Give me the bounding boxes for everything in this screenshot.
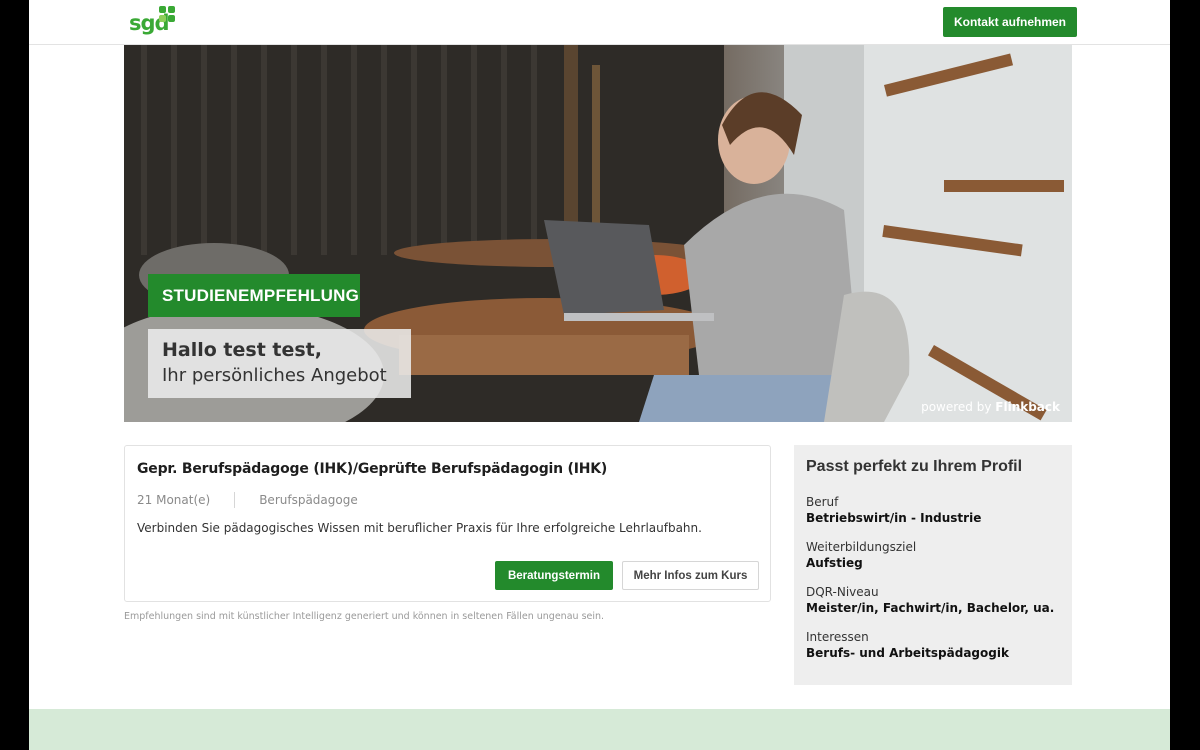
course-category: Berufspädagoge — [259, 493, 358, 507]
course-meta: 21 Monat(e) Berufspädagoge — [137, 492, 358, 508]
contact-button[interactable]: Kontakt aufnehmen — [943, 7, 1077, 37]
greeting-name: Hallo test test, — [162, 339, 322, 361]
hero-banner: STUDIENEMPFEHLUNG Hallo test test, Ihr p… — [124, 45, 1072, 422]
profile-value: Betriebswirt/in - Industrie — [806, 511, 982, 525]
course-card: Gepr. Berufspädagoge (IHK)/Geprüfte Beru… — [124, 445, 771, 602]
greeting-box: Hallo test test, Ihr persönliches Angebo… — [148, 329, 411, 398]
sgd-logo[interactable]: sgd — [129, 5, 179, 39]
consultation-button[interactable]: Beratungstermin — [495, 561, 613, 590]
profile-panel: Passt perfekt zu Ihrem Profil Beruf Betr… — [794, 445, 1072, 685]
site-header: sgd Kontakt aufnehmen — [29, 0, 1170, 45]
more-info-button[interactable]: Mehr Infos zum Kurs — [622, 561, 759, 590]
profile-label: Interessen — [806, 630, 869, 644]
profile-label: DQR-Niveau — [806, 585, 879, 599]
profile-value: Aufstieg — [806, 556, 863, 570]
greeting-offer: Ihr persönliches Angebot — [162, 365, 387, 386]
profile-value: Meister/in, Fachwirt/in, Bachelor, ua. — [806, 601, 1055, 615]
profile-label: Beruf — [806, 495, 839, 509]
powered-by-label: powered by Flinkback — [921, 400, 1060, 414]
course-title: Gepr. Berufspädagoge (IHK)/Geprüfte Beru… — [137, 461, 608, 477]
meta-divider — [234, 492, 236, 508]
profile-label: Weiterbildungsziel — [806, 540, 917, 554]
profile-item-dqr: DQR-Niveau Meister/in, Fachwirt/in, Bach… — [806, 584, 1054, 617]
page: sgd Kontakt aufnehmen STUDIENEMPFEHLUNG … — [29, 0, 1170, 750]
profile-title: Passt perfekt zu Ihrem Profil — [806, 458, 1023, 475]
profile-item-goal: Weiterbildungsziel Aufstieg — [806, 539, 916, 572]
clover-icon — [159, 6, 175, 22]
recommendation-badge: STUDIENEMPFEHLUNG — [148, 274, 360, 317]
footer-band — [29, 709, 1170, 750]
powered-prefix: powered by — [921, 400, 996, 414]
profile-item-beruf: Beruf Betriebswirt/in - Industrie — [806, 494, 981, 527]
profile-item-interests: Interessen Berufs- und Arbeitspädagogik — [806, 629, 1009, 662]
powered-brand: Flinkback — [995, 400, 1060, 414]
profile-value: Berufs- und Arbeitspädagogik — [806, 646, 1009, 660]
course-description: Verbinden Sie pädagogisches Wissen mit b… — [137, 521, 702, 535]
ai-disclaimer: Empfehlungen sind mit künstlicher Intell… — [124, 611, 605, 622]
course-duration: 21 Monat(e) — [137, 493, 211, 507]
